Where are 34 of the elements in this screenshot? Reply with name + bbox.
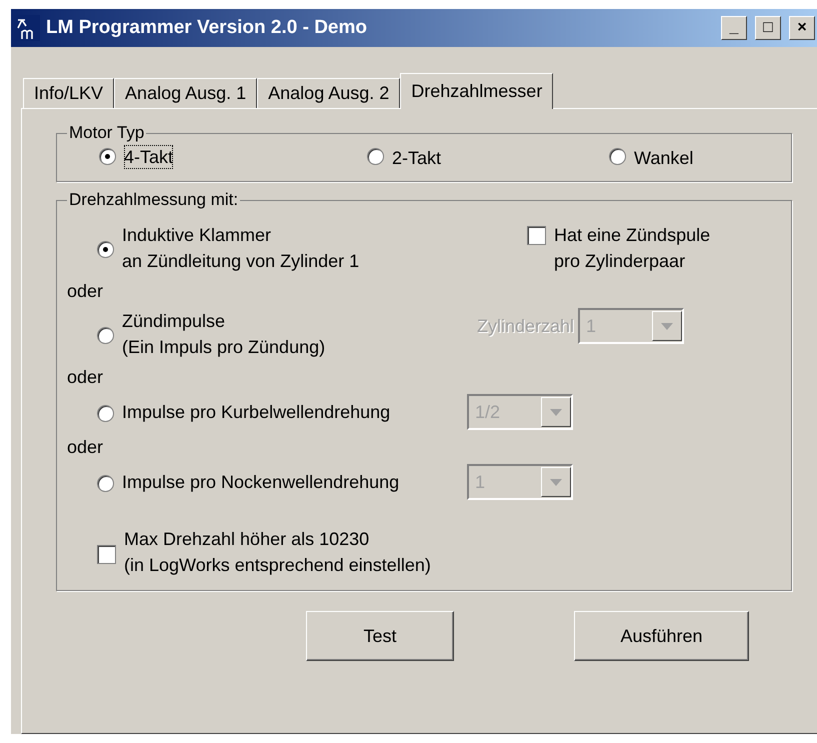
- separator-text: oder: [67, 280, 104, 303]
- radio-button[interactable]: [367, 148, 384, 165]
- radio-button[interactable]: [97, 327, 114, 344]
- tab[interactable]: Analog Ausg. 1: [114, 78, 258, 108]
- radio-label: Zündimpulse (Ein Impuls pro Zündung): [122, 310, 326, 359]
- minimize-button[interactable]: _: [721, 16, 747, 40]
- separator-text: oder: [67, 366, 104, 389]
- app-logo-icon: [14, 15, 40, 41]
- radio-button[interactable]: [99, 148, 116, 165]
- dialog-button[interactable]: Ausführen: [574, 611, 749, 661]
- tab[interactable]: Drehzahlmesser: [400, 73, 554, 109]
- radio-label: Impulse pro Kurbelwellendrehung: [122, 401, 390, 424]
- radio-button[interactable]: [609, 148, 626, 165]
- group-legend: Motor Typ: [67, 123, 146, 143]
- dialog-button[interactable]: Test: [306, 611, 454, 661]
- close-button[interactable]: ×: [789, 16, 815, 40]
- checkbox-label: Hat eine Zündspule pro Zylinderpaar: [554, 224, 710, 273]
- separator-text: oder: [67, 436, 104, 459]
- radio-button[interactable]: [97, 405, 114, 422]
- radio-label: Wankel: [634, 147, 694, 170]
- group-legend: Drehzahlmessung mit:: [67, 190, 240, 210]
- tab[interactable]: Analog Ausg. 2: [257, 78, 400, 108]
- checkbox-label: Max Drehzahl höher als 10230 (in LogWorks entsprechend einstellen): [124, 528, 431, 577]
- tab[interactable]: Info/LKV: [23, 78, 114, 108]
- radio-button[interactable]: [97, 475, 114, 492]
- radio-label: 4-Takt: [124, 145, 174, 169]
- radio-button[interactable]: [97, 241, 114, 258]
- maximize-button[interactable]: □: [755, 16, 781, 40]
- checkbox[interactable]: [97, 544, 116, 564]
- window-title: LM Programmer Version 2.0 - Demo: [46, 17, 368, 39]
- radio-label: Impulse pro Nockenwellendrehung: [122, 471, 400, 494]
- radio-label: Induktive Klammer an Zündleitung von Zylinder 1: [122, 224, 360, 273]
- checkbox[interactable]: [527, 226, 546, 245]
- radio-label: 2-Takt: [392, 147, 442, 170]
